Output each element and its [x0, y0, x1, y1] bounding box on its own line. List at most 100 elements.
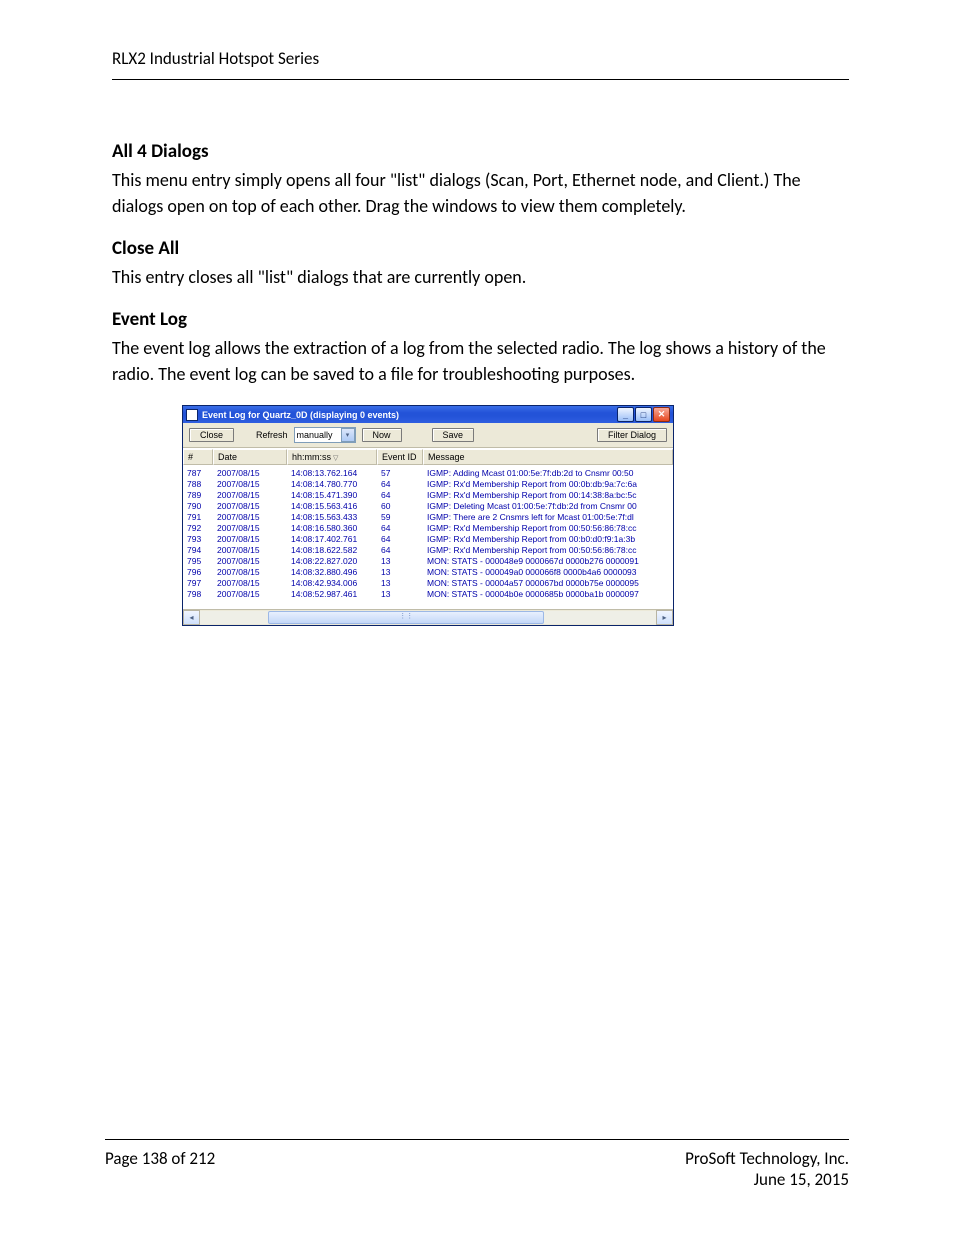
table-row[interactable]: 7972007/08/1514:08:42.934.00613MON: STAT… [183, 577, 673, 588]
cell-date: 2007/08/15 [213, 556, 287, 566]
table-row[interactable]: 7932007/08/1514:08:17.402.76164IGMP: Rx'… [183, 533, 673, 544]
horizontal-scrollbar[interactable]: ◂ ⋮⋮ ▸ [183, 609, 673, 625]
cell-time: 14:08:42.934.006 [287, 578, 377, 588]
cell-time: 14:08:15.563.416 [287, 501, 377, 511]
minimize-button[interactable]: _ [617, 407, 634, 422]
cell-eventid: 64 [377, 523, 423, 533]
footer-date: June 15, 2015 [685, 1169, 849, 1190]
cell-message: IGMP: Deleting Mcast 01:00:5e:7f:db:2d f… [423, 501, 673, 511]
cell-time: 14:08:13.762.164 [287, 468, 377, 478]
cell-date: 2007/08/15 [213, 534, 287, 544]
cell-time: 14:08:17.402.761 [287, 534, 377, 544]
cell-eventid: 64 [377, 490, 423, 500]
cell-date: 2007/08/15 [213, 578, 287, 588]
col-message[interactable]: Message [423, 449, 673, 465]
table-row[interactable]: 7952007/08/1514:08:22.827.02013MON: STAT… [183, 555, 673, 566]
cell-message: MON: STATS - 000048e9 0000667d 0000b276 … [423, 556, 673, 566]
save-button[interactable]: Save [432, 428, 475, 442]
cell-eventid: 64 [377, 479, 423, 489]
scroll-left-button[interactable]: ◂ [183, 610, 200, 625]
cell-num: 791 [183, 512, 213, 522]
cell-num: 797 [183, 578, 213, 588]
cell-eventid: 13 [377, 578, 423, 588]
cell-num: 789 [183, 490, 213, 500]
app-icon [186, 409, 198, 421]
cell-eventid: 64 [377, 534, 423, 544]
cell-date: 2007/08/15 [213, 567, 287, 577]
table-row[interactable]: 7882007/08/1514:08:14.780.77064IGMP: Rx'… [183, 478, 673, 489]
cell-time: 14:08:15.471.390 [287, 490, 377, 500]
cell-num: 793 [183, 534, 213, 544]
table-row[interactable]: 7892007/08/1514:08:15.471.39064IGMP: Rx'… [183, 489, 673, 500]
cell-eventid: 64 [377, 545, 423, 555]
page-footer: Page 138 of 212 ProSoft Technology, Inc.… [105, 1139, 849, 1190]
col-time[interactable]: hh:mm:ss▽ [287, 449, 377, 465]
heading-all4: All 4 Dialogs [112, 140, 849, 163]
table-body: 7872007/08/1514:08:13.762.16457IGMP: Add… [183, 465, 673, 609]
cell-time: 14:08:32.880.496 [287, 567, 377, 577]
table-row[interactable]: 7922007/08/1514:08:16.580.36064IGMP: Rx'… [183, 522, 673, 533]
toolbar: Close Refresh manually ▾ Now Save Filter… [183, 423, 673, 448]
sort-indicator-icon: ▽ [333, 455, 338, 462]
table-row[interactable]: 7872007/08/1514:08:13.762.16457IGMP: Add… [183, 467, 673, 478]
maximize-button[interactable]: □ [635, 407, 652, 422]
col-date[interactable]: Date [213, 449, 287, 465]
cell-date: 2007/08/15 [213, 512, 287, 522]
table-row[interactable]: 7982007/08/1514:08:52.987.46113MON: STAT… [183, 588, 673, 599]
scroll-track[interactable]: ⋮⋮ [200, 611, 656, 624]
heading-closeall: Close All [112, 237, 849, 260]
body-all4: This menu entry simply opens all four "l… [112, 167, 849, 219]
cell-message: IGMP: Adding Mcast 01:00:5e:7f:db:2d to … [423, 468, 673, 478]
cell-time: 14:08:18.622.582 [287, 545, 377, 555]
cell-num: 792 [183, 523, 213, 533]
cell-message: MON: STATS - 000049a0 000066f8 0000b4a6 … [423, 567, 673, 577]
cell-message: IGMP: Rx'd Membership Report from 00:b0:… [423, 534, 673, 544]
cell-date: 2007/08/15 [213, 523, 287, 533]
col-time-label: hh:mm:ss [292, 452, 331, 462]
cell-date: 2007/08/15 [213, 468, 287, 478]
cell-message: IGMP: Rx'd Membership Report from 00:14:… [423, 490, 673, 500]
cell-message: MON: STATS - 00004b0e 0000685b 0000ba1b … [423, 589, 673, 599]
cell-message: IGMP: There are 2 Cnsmrs left for Mcast … [423, 512, 673, 522]
page-header: RLX2 Industrial Hotspot Series [112, 48, 849, 80]
event-log-window: Event Log for Quartz_0D (displaying 0 ev… [182, 405, 674, 626]
body-closeall: This entry closes all "list" dialogs tha… [112, 264, 849, 290]
col-num[interactable]: # [183, 449, 213, 465]
cell-message: MON: STATS - 00004a57 000067bd 0000b75e … [423, 578, 673, 588]
cell-date: 2007/08/15 [213, 490, 287, 500]
cell-num: 788 [183, 479, 213, 489]
close-button[interactable]: Close [189, 428, 234, 442]
cell-message: IGMP: Rx'd Membership Report from 00:0b:… [423, 479, 673, 489]
table-row[interactable]: 7902007/08/1514:08:15.563.41660IGMP: Del… [183, 500, 673, 511]
scroll-thumb[interactable]: ⋮⋮ [268, 611, 544, 624]
table-row[interactable]: 7962007/08/1514:08:32.880.49613MON: STAT… [183, 566, 673, 577]
body-eventlog: The event log allows the extraction of a… [112, 335, 849, 387]
now-button[interactable]: Now [362, 428, 402, 442]
scroll-right-button[interactable]: ▸ [656, 610, 673, 625]
cell-eventid: 13 [377, 589, 423, 599]
cell-time: 14:08:15.563.433 [287, 512, 377, 522]
refresh-label: Refresh [256, 430, 288, 440]
cell-num: 787 [183, 468, 213, 478]
cell-num: 795 [183, 556, 213, 566]
company-name: ProSoft Technology, Inc. [685, 1148, 849, 1169]
cell-date: 2007/08/15 [213, 501, 287, 511]
table-row[interactable]: 7942007/08/1514:08:18.622.58264IGMP: Rx'… [183, 544, 673, 555]
cell-time: 14:08:16.580.360 [287, 523, 377, 533]
refresh-mode-value: manually [297, 430, 333, 440]
cell-num: 794 [183, 545, 213, 555]
col-eventid[interactable]: Event ID [377, 449, 423, 465]
close-window-button[interactable]: ✕ [653, 407, 670, 422]
refresh-mode-select[interactable]: manually ▾ [294, 427, 356, 443]
cell-date: 2007/08/15 [213, 545, 287, 555]
titlebar[interactable]: Event Log for Quartz_0D (displaying 0 ev… [183, 406, 673, 423]
chevron-down-icon: ▾ [341, 428, 355, 442]
cell-num: 790 [183, 501, 213, 511]
cell-time: 14:08:22.827.020 [287, 556, 377, 566]
cell-eventid: 60 [377, 501, 423, 511]
cell-time: 14:08:52.987.461 [287, 589, 377, 599]
cell-message: IGMP: Rx'd Membership Report from 00:50:… [423, 523, 673, 533]
cell-message: IGMP: Rx'd Membership Report from 00:50:… [423, 545, 673, 555]
filter-dialog-button[interactable]: Filter Dialog [597, 428, 667, 442]
table-row[interactable]: 7912007/08/1514:08:15.563.43359IGMP: The… [183, 511, 673, 522]
